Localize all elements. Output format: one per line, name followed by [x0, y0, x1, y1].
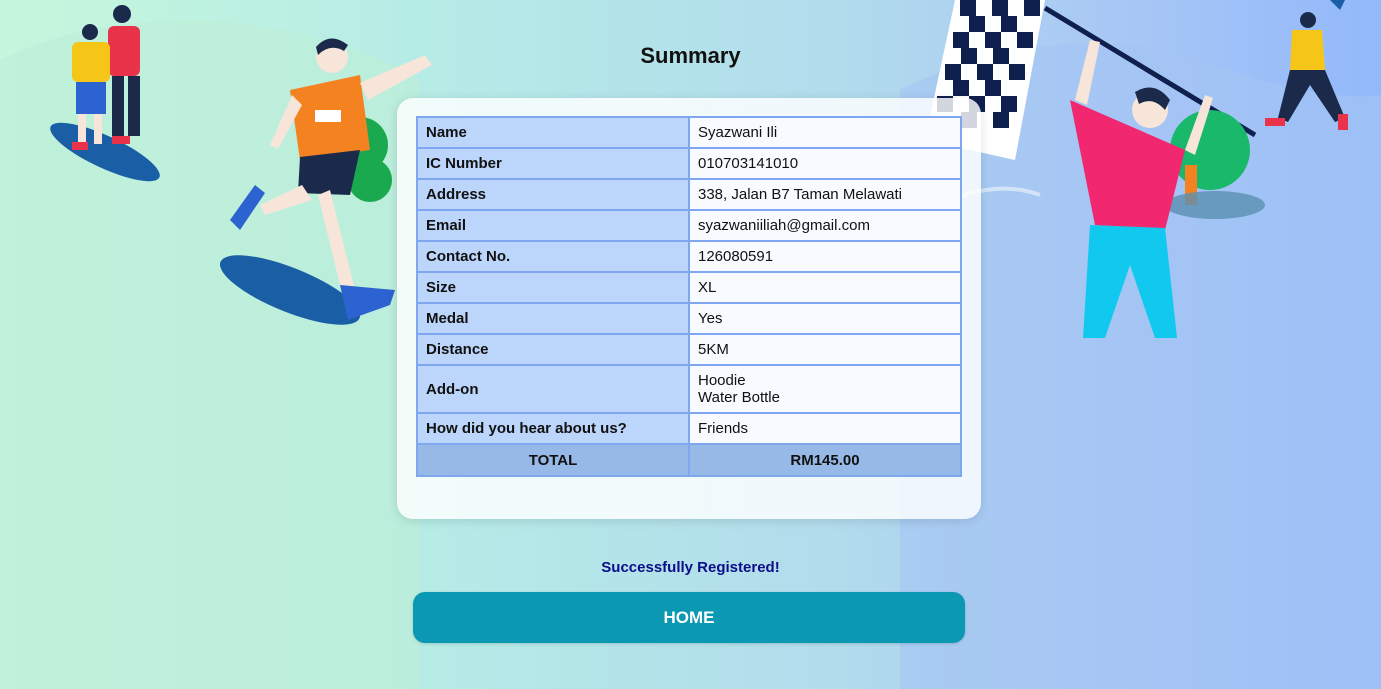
row-label: IC Number — [416, 147, 690, 180]
table-row: Name Syazwani Ili — [416, 116, 962, 149]
row-label: Contact No. — [416, 240, 690, 273]
table-row: Contact No. 126080591 — [416, 240, 962, 273]
row-value: Yes — [688, 302, 962, 335]
table-row: Email syazwaniiliah@gmail.com — [416, 209, 962, 242]
total-label: TOTAL — [416, 443, 690, 477]
row-value: 338, Jalan B7 Taman Melawati — [688, 178, 962, 211]
table-row: Size XL — [416, 271, 962, 304]
home-button[interactable]: HOME — [413, 592, 965, 643]
success-message: Successfully Registered! — [601, 559, 780, 576]
addon-item: Hoodie — [698, 372, 746, 389]
row-label: Name — [416, 116, 690, 149]
addon-item: Water Bottle — [698, 389, 780, 406]
total-row: TOTAL RM145.00 — [416, 443, 962, 477]
total-value: RM145.00 — [688, 443, 962, 477]
table-row: Address 338, Jalan B7 Taman Melawati — [416, 178, 962, 211]
row-value: Friends — [688, 412, 962, 445]
row-value: Hoodie Water Bottle — [688, 364, 962, 414]
summary-table: Name Syazwani Ili IC Number 010703141010… — [416, 116, 962, 477]
table-row: IC Number 010703141010 — [416, 147, 962, 180]
row-label: How did you hear about us? — [416, 412, 690, 445]
row-value: syazwaniiliah@gmail.com — [688, 209, 962, 242]
row-value: 126080591 — [688, 240, 962, 273]
row-label: Address — [416, 178, 690, 211]
table-row: Add-on Hoodie Water Bottle — [416, 364, 962, 414]
table-row: Distance 5KM — [416, 333, 962, 366]
row-label: Add-on — [416, 364, 690, 414]
row-label: Distance — [416, 333, 690, 366]
row-label: Size — [416, 271, 690, 304]
table-row: Medal Yes — [416, 302, 962, 335]
row-label: Medal — [416, 302, 690, 335]
row-value: 5KM — [688, 333, 962, 366]
table-row: How did you hear about us? Friends — [416, 412, 962, 445]
waving-kid-illustration — [1265, 0, 1348, 130]
page-title: Summary — [640, 43, 741, 68]
running-kids-illustration — [50, 5, 160, 182]
row-value: XL — [688, 271, 962, 304]
row-label: Email — [416, 209, 690, 242]
row-value: Syazwani Ili — [688, 116, 962, 149]
row-value: 010703141010 — [688, 147, 962, 180]
